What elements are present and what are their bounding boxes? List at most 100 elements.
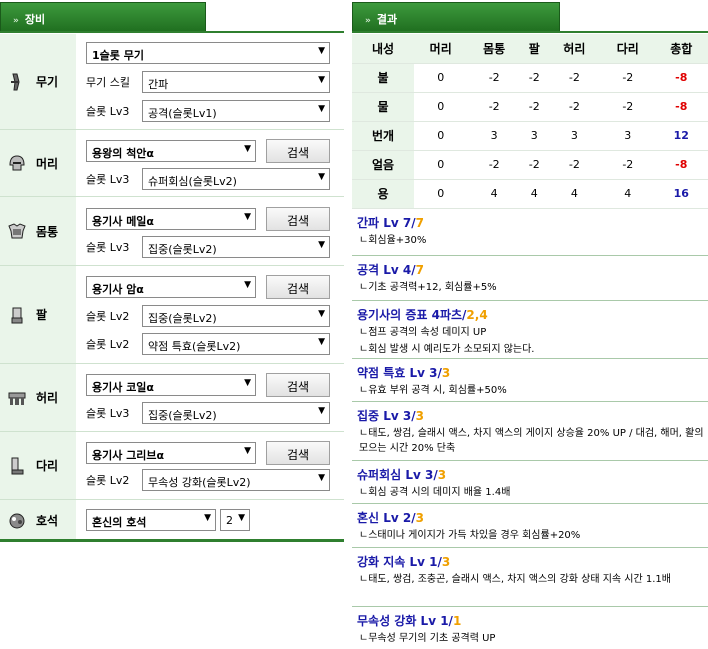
table-header: 허리 [547, 34, 602, 64]
tab-underline [352, 31, 708, 33]
table-cell: 0 [414, 150, 468, 180]
double-chevron-icon: » [13, 16, 19, 26]
dropdown-arrow-icon: ▼ [318, 104, 325, 114]
skill-max: 3 [441, 555, 451, 569]
table-header: 몸통 [467, 34, 521, 64]
table-cell: -2 [520, 150, 548, 180]
table-cell: -2 [547, 150, 602, 180]
table-cell: -2 [547, 63, 602, 93]
legs-select[interactable]: 용기사 그리브α ▼ [86, 442, 256, 464]
table-cell: 0 [414, 92, 468, 122]
skill-item: 집중 Lv 3/3 ㄴ태도, 쌍검, 슬래시 액스, 차지 액스의 게이지 상승… [352, 402, 708, 461]
dropdown-arrow-icon: ▼ [238, 513, 245, 523]
double-chevron-icon: » [365, 16, 371, 26]
charm-select[interactable]: 혼신의 호석 ▼ [86, 509, 216, 531]
slot-label: 다리 [0, 432, 76, 499]
table-cell: 4 [601, 179, 655, 209]
weapon-slot-select[interactable]: 공격(슬롯Lv1) ▼ [142, 100, 330, 122]
row-name: 번개 [352, 121, 414, 151]
table-row: 불 0 -2 -2 -2 -2 -8 [352, 63, 708, 93]
skill-desc: ㄴ태도, 쌍검, 슬래시 액스, 차지 액스의 게이지 상승율 20% UP /… [359, 428, 704, 454]
head-slot-select[interactable]: 슈퍼회심(슬롯Lv2) ▼ [142, 168, 330, 190]
skill-desc: ㄴ기초 공격력+12, 회심률+5% [359, 282, 497, 293]
slot-label: 팔 [0, 266, 76, 363]
skill-desc: ㄴ점프 공격의 속성 데미지 UP [359, 327, 487, 338]
skill-name: 용기사의 증표 4파츠/ [357, 308, 467, 322]
weapon-select[interactable]: 1슬롯 무기 ▼ [86, 42, 330, 64]
skill-max: 3 [415, 511, 424, 525]
dropdown-arrow-icon: ▼ [318, 473, 325, 483]
body-slot-select[interactable]: 집중(슬롯Lv2) ▼ [142, 236, 330, 258]
dropdown-arrow-icon: ▼ [244, 144, 251, 154]
table-cell: 0 [414, 121, 468, 151]
dropdown-arrow-icon: ▼ [318, 337, 325, 347]
table-header: 다리 [601, 34, 655, 64]
table-cell: -2 [601, 92, 655, 122]
chest-armor-icon [6, 220, 28, 242]
dropdown-arrow-icon: ▼ [318, 309, 325, 319]
weapon-skill-select[interactable]: 간파 ▼ [142, 71, 330, 93]
arms-slot1-select[interactable]: 집중(슬롯Lv2) ▼ [142, 305, 330, 327]
skill-name: 강화 지속 Lv 1/ [357, 555, 442, 569]
total-cell: -8 [654, 63, 708, 93]
skill-name: 혼신 Lv 2/ [357, 511, 416, 525]
skill-max: 7 [415, 263, 424, 277]
skill-item: 슈퍼회심 Lv 3/3 ㄴ회심 공격 시의 데미지 배율 1.4배 [352, 461, 708, 504]
waist-select[interactable]: 용기사 코일α ▼ [86, 374, 256, 396]
legs-slot-select[interactable]: 무속성 강화(슬롯Lv2) ▼ [142, 469, 330, 491]
row-name: 불 [352, 63, 414, 93]
skill-desc: ㄴ태도, 쌍검, 조충곤, 슬래시 액스, 차지 액스의 강화 상태 지속 시간… [359, 574, 671, 585]
helmet-icon [6, 152, 28, 174]
table-header: 총합 [654, 34, 708, 64]
skill-desc: ㄴ무속성 무기의 기초 공격력 UP [359, 633, 496, 644]
dropdown-arrow-icon: ▼ [318, 172, 325, 182]
skill-max: 1 [452, 614, 462, 628]
skill-max: 3 [437, 468, 447, 482]
table-cell: 3 [547, 121, 602, 151]
table-cell: 4 [547, 179, 602, 209]
slot-legs: 다리 용기사 그리브α ▼ 검색 슬롯 Lv2 무속성 강화(슬롯Lv2) ▼ [0, 432, 344, 500]
slot-label: 몸통 [0, 197, 76, 265]
table-cell: -2 [601, 63, 655, 93]
slot-head: 머리 용왕의 척안α ▼ 검색 슬롯 Lv3 슈퍼회심(슬롯Lv2) ▼ [0, 130, 344, 197]
waist-slot-select[interactable]: 집중(슬롯Lv2) ▼ [142, 402, 330, 424]
total-cell: -8 [654, 92, 708, 122]
belt-icon [6, 387, 28, 409]
table-cell: -2 [520, 92, 548, 122]
row-name: 물 [352, 92, 414, 122]
table-cell: 4 [467, 179, 521, 209]
dropdown-arrow-icon: ▼ [244, 280, 251, 290]
slot-label: 호석 [0, 500, 76, 540]
skill-item: 무속성 강화 Lv 1/1 ㄴ무속성 무기의 기초 공격력 UP [352, 607, 708, 649]
results-panel: » 결과 내성 머리 몸통 팔 허리 다리 총합 불 0 -2 -2 -2 -2 … [352, 0, 708, 649]
skill-name: 집중 Lv 3/ [357, 409, 416, 423]
slot-body: 몸통 용기사 메일α ▼ 검색 슬롯 Lv3 집중(슬롯Lv2) ▼ [0, 197, 344, 266]
arms-search-button[interactable]: 검색 [266, 275, 330, 299]
skill-item: 혼신 Lv 2/3 ㄴ스태미나 게이지가 가득 차있을 경우 회심률+20% [352, 504, 708, 548]
skill-desc: ㄴ회심 발생 시 예리도가 소모되지 않는다. [359, 344, 535, 355]
legs-search-button[interactable]: 검색 [266, 441, 330, 465]
waist-search-button[interactable]: 검색 [266, 373, 330, 397]
skill-max: 3 [415, 409, 424, 423]
weapon-icon [6, 71, 28, 93]
head-search-button[interactable]: 검색 [266, 139, 330, 163]
results-tab[interactable]: » 결과 [352, 2, 560, 32]
panel-bottom-line [0, 539, 344, 542]
slot-label: 무기 [0, 34, 76, 129]
head-select[interactable]: 용왕의 척안α ▼ [86, 140, 256, 162]
slot-arms: 팔 용기사 암α ▼ 검색 슬롯 Lv2 집중(슬롯Lv2) ▼ 슬롯 Lv2 약점 특… [0, 266, 344, 364]
table-row: 물 0 -2 -2 -2 -2 -8 [352, 92, 708, 122]
charm-level-select[interactable]: 2 ▼ [220, 509, 250, 531]
charm-icon [6, 509, 28, 531]
arms-slot2-select[interactable]: 약점 특효(슬롯Lv2) ▼ [142, 333, 330, 355]
equipment-tab[interactable]: » 장비 [0, 2, 206, 32]
arms-select[interactable]: 용기사 암α ▼ [86, 276, 256, 298]
body-select[interactable]: 용기사 메일α ▼ [86, 208, 256, 230]
skill-item: 약점 특효 Lv 3/3 ㄴ유효 부위 공격 시, 회심률+50% [352, 359, 708, 402]
skill-item: 공격 Lv 4/7 ㄴ기초 공격력+12, 회심률+5% [352, 256, 708, 301]
body-search-button[interactable]: 검색 [266, 207, 330, 231]
table-row: 번개 0 3 3 3 3 12 [352, 121, 708, 151]
table-cell: -2 [467, 63, 521, 93]
tab-underline [0, 31, 344, 33]
dropdown-arrow-icon: ▼ [318, 46, 325, 56]
